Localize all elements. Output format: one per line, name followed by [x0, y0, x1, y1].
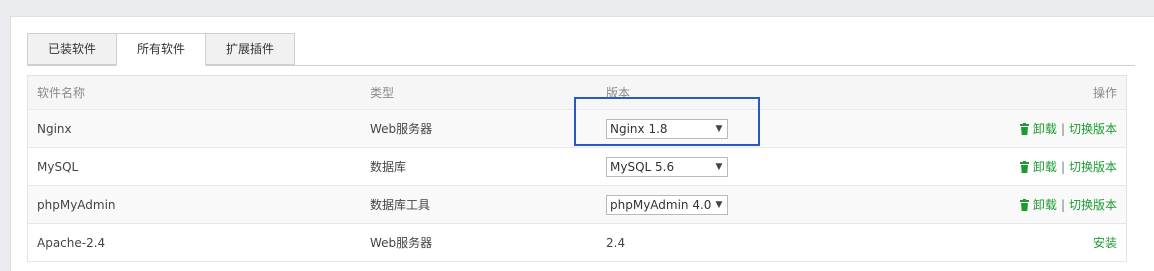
version-select-value: phpMyAdmin 4.0	[610, 197, 712, 212]
ops-separator: |	[1060, 197, 1065, 212]
software-tabs: 已装软件 所有软件 扩展插件	[27, 33, 1135, 66]
version-select-nginx[interactable]: Nginx 1.8 ▼	[606, 118, 728, 139]
ops-cell: 安装	[1093, 224, 1117, 261]
software-table: 软件名称 类型 版本 操作 Nginx Web服务器 Nginx 1.8 ▼ 卸…	[27, 75, 1127, 262]
software-name: MySQL	[37, 159, 79, 174]
table-row-phpmyadmin: phpMyAdmin 数据库工具 phpMyAdmin 4.0 ▼ 卸载 | 切…	[28, 186, 1126, 224]
software-type: Web服务器	[370, 122, 433, 136]
software-name: phpMyAdmin	[37, 197, 116, 212]
version-select-value: MySQL 5.6	[610, 159, 675, 174]
ops-separator: |	[1060, 121, 1065, 136]
table-row-mysql: MySQL 数据库 MySQL 5.6 ▼ 卸载 | 切换版本	[28, 148, 1126, 186]
trash-icon	[1019, 198, 1029, 211]
software-panel: 已装软件 所有软件 扩展插件 软件名称 类型 版本 操作 Nginx Web服务…	[10, 16, 1154, 271]
table-row-nginx: Nginx Web服务器 Nginx 1.8 ▼ 卸载 | 切换版本	[28, 110, 1126, 148]
header-name: 软件名称	[37, 86, 86, 100]
table-row-apache: Apache-2.4 Web服务器 2.4 安装	[28, 224, 1126, 262]
tab-installed-software[interactable]: 已装软件	[27, 33, 117, 65]
chevron-down-icon: ▼	[711, 157, 727, 176]
software-name: Apache-2.4	[37, 235, 106, 250]
version-select-value: Nginx 1.8	[610, 121, 668, 136]
software-type: 数据库	[370, 160, 407, 174]
header-ops: 操作	[1092, 86, 1117, 100]
version-select-phpmyadmin[interactable]: phpMyAdmin 4.0 ▼	[606, 194, 728, 215]
tab-extensions[interactable]: 扩展插件	[205, 33, 295, 65]
ops-cell: 卸载 | 切换版本	[1019, 110, 1117, 147]
trash-icon	[1019, 160, 1029, 173]
ops-cell: 卸载 | 切换版本	[1019, 186, 1117, 223]
uninstall-link[interactable]: 卸载	[1033, 196, 1057, 213]
header-type: 类型	[370, 86, 395, 100]
ops-cell: 卸载 | 切换版本	[1019, 148, 1117, 185]
uninstall-link[interactable]: 卸载	[1033, 158, 1057, 175]
uninstall-link[interactable]: 卸载	[1033, 120, 1057, 137]
chevron-down-icon: ▼	[711, 119, 727, 138]
switch-version-link[interactable]: 切换版本	[1069, 120, 1117, 137]
version-select-mysql[interactable]: MySQL 5.6 ▼	[606, 156, 728, 177]
header-version: 版本	[606, 86, 631, 100]
version-cell: phpMyAdmin 4.0 ▼	[606, 186, 728, 223]
switch-version-link[interactable]: 切换版本	[1069, 196, 1117, 213]
install-link[interactable]: 安装	[1093, 234, 1117, 251]
tab-all-software[interactable]: 所有软件	[116, 33, 206, 66]
table-header: 软件名称 类型 版本 操作	[28, 76, 1126, 110]
software-type: 数据库工具	[370, 198, 431, 212]
software-name: Nginx	[37, 121, 72, 136]
version-cell: Nginx 1.8 ▼	[606, 110, 728, 147]
ops-separator: |	[1060, 159, 1065, 174]
version-cell: MySQL 5.6 ▼	[606, 148, 728, 185]
chevron-down-icon: ▼	[711, 195, 727, 214]
version-text: 2.4	[606, 235, 626, 250]
switch-version-link[interactable]: 切换版本	[1069, 158, 1117, 175]
trash-icon	[1019, 122, 1029, 135]
software-type: Web服务器	[370, 236, 433, 250]
